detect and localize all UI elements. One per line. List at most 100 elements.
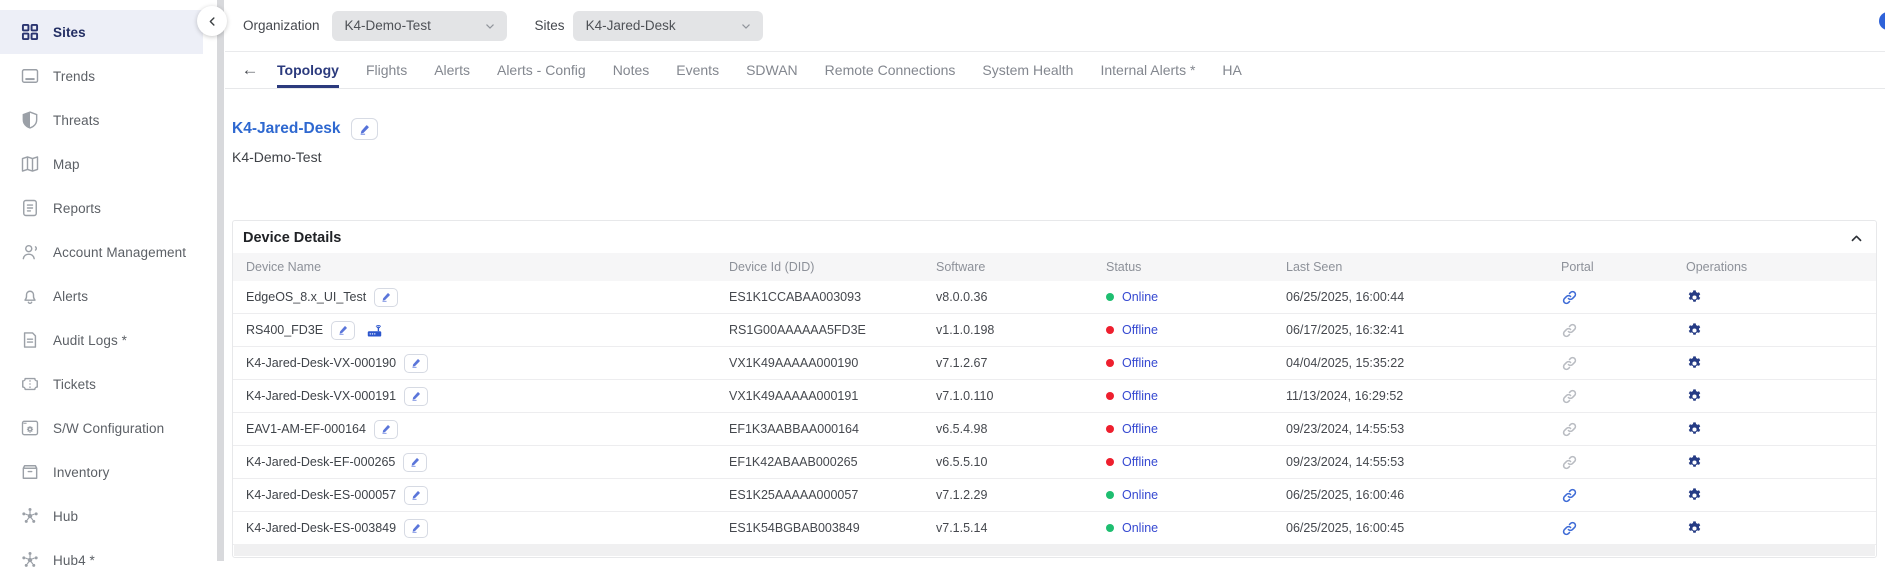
last-seen: 09/23/2024, 14:55:53 bbox=[1286, 455, 1561, 469]
tab-flights[interactable]: Flights bbox=[366, 52, 407, 88]
portal-link-icon[interactable] bbox=[1561, 388, 1578, 405]
device-id: EF1K3AABBAA000164 bbox=[729, 422, 936, 436]
sidebar-item-label: Alerts bbox=[53, 289, 88, 304]
sidebar-item-hub4[interactable]: Hub4 * bbox=[0, 538, 203, 582]
sites-selected-value: K4-Jared-Desk bbox=[586, 18, 676, 33]
column-header-device-name[interactable]: Device Name bbox=[233, 260, 729, 274]
edit-device-name-button[interactable] bbox=[404, 354, 428, 373]
panel-collapse-button[interactable] bbox=[1849, 231, 1864, 246]
table-row: RS400_FD3ERS1G00AAAAAA5FD3Ev1.1.0.198Off… bbox=[233, 314, 1876, 347]
sidebar-item-label: Hub bbox=[53, 509, 78, 524]
column-header-operations[interactable]: Operations bbox=[1686, 260, 1876, 274]
tab-ha[interactable]: HA bbox=[1222, 52, 1241, 88]
sidebar-collapse-button[interactable] bbox=[197, 6, 227, 36]
status-text: Offline bbox=[1122, 389, 1158, 403]
edit-device-name-button[interactable] bbox=[374, 420, 398, 439]
tab-topology[interactable]: Topology bbox=[277, 52, 339, 88]
tab-system-health[interactable]: System Health bbox=[982, 52, 1073, 88]
status-text: Online bbox=[1122, 488, 1158, 502]
column-header-status[interactable]: Status bbox=[1106, 260, 1286, 274]
sidebar-item-sites[interactable]: Sites bbox=[0, 10, 203, 54]
sidebar-item-reports[interactable]: Reports bbox=[0, 186, 203, 230]
organization-select[interactable]: K4-Demo-Test bbox=[332, 11, 507, 41]
status-text: Online bbox=[1122, 521, 1158, 535]
edit-device-name-button[interactable] bbox=[404, 486, 428, 505]
edit-device-name-button[interactable] bbox=[404, 519, 428, 538]
tab-alerts[interactable]: Alerts bbox=[434, 52, 470, 88]
chevron-down-icon bbox=[483, 19, 497, 33]
edit-device-name-button[interactable] bbox=[403, 453, 427, 472]
device-name: EAV1-AM-EF-000164 bbox=[246, 422, 366, 436]
operations-gear-button[interactable] bbox=[1686, 388, 1703, 405]
portal-link-icon[interactable] bbox=[1561, 487, 1578, 504]
operations-gear-button[interactable] bbox=[1686, 289, 1703, 306]
operations-gear-button[interactable] bbox=[1686, 487, 1703, 504]
operations-gear-button[interactable] bbox=[1686, 520, 1703, 537]
grid-icon bbox=[19, 22, 40, 43]
sidebar-item-threats[interactable]: Threats bbox=[0, 98, 203, 142]
sidebar-item-label: Account Management bbox=[53, 245, 186, 260]
sidebar-item-account-management[interactable]: Account Management bbox=[0, 230, 203, 274]
column-header-device-id-did[interactable]: Device Id (DID) bbox=[729, 260, 936, 274]
operations-gear-button[interactable] bbox=[1686, 421, 1703, 438]
sidebar-item-inventory[interactable]: Inventory bbox=[0, 450, 203, 494]
table-header: Device NameDevice Id (DID)SoftwareStatus… bbox=[233, 253, 1876, 281]
portal-link-icon[interactable] bbox=[1561, 322, 1578, 339]
sidebar-item-s-w-configuration[interactable]: S/W Configuration bbox=[0, 406, 203, 450]
status-dot-offline bbox=[1106, 425, 1114, 433]
edit-device-name-button[interactable] bbox=[374, 288, 398, 307]
site-name-link[interactable]: K4-Jared-Desk bbox=[232, 120, 341, 138]
tab-remote-connections[interactable]: Remote Connections bbox=[825, 52, 956, 88]
sidebar-item-label: Sites bbox=[53, 25, 86, 40]
sidebar-item-audit-logs[interactable]: Audit Logs * bbox=[0, 318, 203, 362]
pencil-icon bbox=[411, 490, 421, 500]
portal-link-icon[interactable] bbox=[1561, 454, 1578, 471]
table-row: EAV1-AM-EF-000164EF1K3AABBAA000164v6.5.4… bbox=[233, 413, 1876, 446]
pencil-icon bbox=[410, 457, 420, 467]
tab-events[interactable]: Events bbox=[676, 52, 719, 88]
table-row: K4-Jared-Desk-VX-000190VX1K49AAAAA000190… bbox=[233, 347, 1876, 380]
table-row: K4-Jared-Desk-VX-000191VX1K49AAAAA000191… bbox=[233, 380, 1876, 413]
edit-device-name-button[interactable] bbox=[331, 321, 355, 340]
chevron-down-icon bbox=[739, 19, 753, 33]
device-details-panel: Device Details Device NameDevice Id (DID… bbox=[232, 220, 1877, 558]
edge-notification-button[interactable] bbox=[1879, 12, 1885, 30]
tab-sdwan[interactable]: SDWAN bbox=[746, 52, 798, 88]
sidebar-scrollbar[interactable] bbox=[217, 0, 224, 561]
portal-link-icon[interactable] bbox=[1561, 289, 1578, 306]
operations-gear-button[interactable] bbox=[1686, 454, 1703, 471]
device-name: K4-Jared-Desk-VX-000190 bbox=[246, 356, 396, 370]
table-horizontal-scrollbar[interactable] bbox=[234, 544, 1875, 556]
tab-alerts-config[interactable]: Alerts - Config bbox=[497, 52, 586, 88]
last-seen: 04/04/2025, 15:35:22 bbox=[1286, 356, 1561, 370]
operations-gear-button[interactable] bbox=[1686, 322, 1703, 339]
software-version: v7.1.5.14 bbox=[936, 521, 1106, 535]
sidebar-item-alerts[interactable]: Alerts bbox=[0, 274, 203, 318]
column-header-last-seen[interactable]: Last Seen bbox=[1286, 260, 1561, 274]
column-header-software[interactable]: Software bbox=[936, 260, 1106, 274]
pencil-icon bbox=[359, 124, 370, 135]
tab-notes[interactable]: Notes bbox=[613, 52, 650, 88]
tabs-bar: ← Topology Flights Alerts Alerts - Config No… bbox=[225, 52, 1885, 89]
sidebar-item-tickets[interactable]: Tickets bbox=[0, 362, 203, 406]
portal-link-icon[interactable] bbox=[1561, 355, 1578, 372]
sidebar-item-map[interactable]: Map bbox=[0, 142, 203, 186]
sidebar-nav: Sites TrendsThreats Map Reports Account Mana… bbox=[0, 0, 225, 582]
tab-internal-alerts[interactable]: Internal Alerts * bbox=[1100, 52, 1195, 88]
edit-device-name-button[interactable] bbox=[404, 387, 428, 406]
portal-link-icon[interactable] bbox=[1561, 421, 1578, 438]
portal-link-icon[interactable] bbox=[1561, 520, 1578, 537]
sites-select[interactable]: K4-Jared-Desk bbox=[573, 11, 763, 41]
account-icon bbox=[19, 242, 40, 263]
sidebar-item-trends[interactable]: Trends bbox=[0, 54, 203, 98]
back-button[interactable]: ← bbox=[237, 61, 263, 80]
column-header-portal[interactable]: Portal bbox=[1561, 260, 1686, 274]
pencil-icon bbox=[411, 523, 421, 533]
device-name: K4-Jared-Desk-ES-003849 bbox=[246, 521, 396, 535]
operations-gear-button[interactable] bbox=[1686, 355, 1703, 372]
last-seen: 09/23/2024, 14:55:53 bbox=[1286, 422, 1561, 436]
sidebar-item-label: Map bbox=[53, 157, 80, 172]
sidebar-item-hub[interactable]: Hub bbox=[0, 494, 203, 538]
pencil-icon bbox=[411, 358, 421, 368]
site-name-edit-button[interactable] bbox=[351, 118, 378, 140]
